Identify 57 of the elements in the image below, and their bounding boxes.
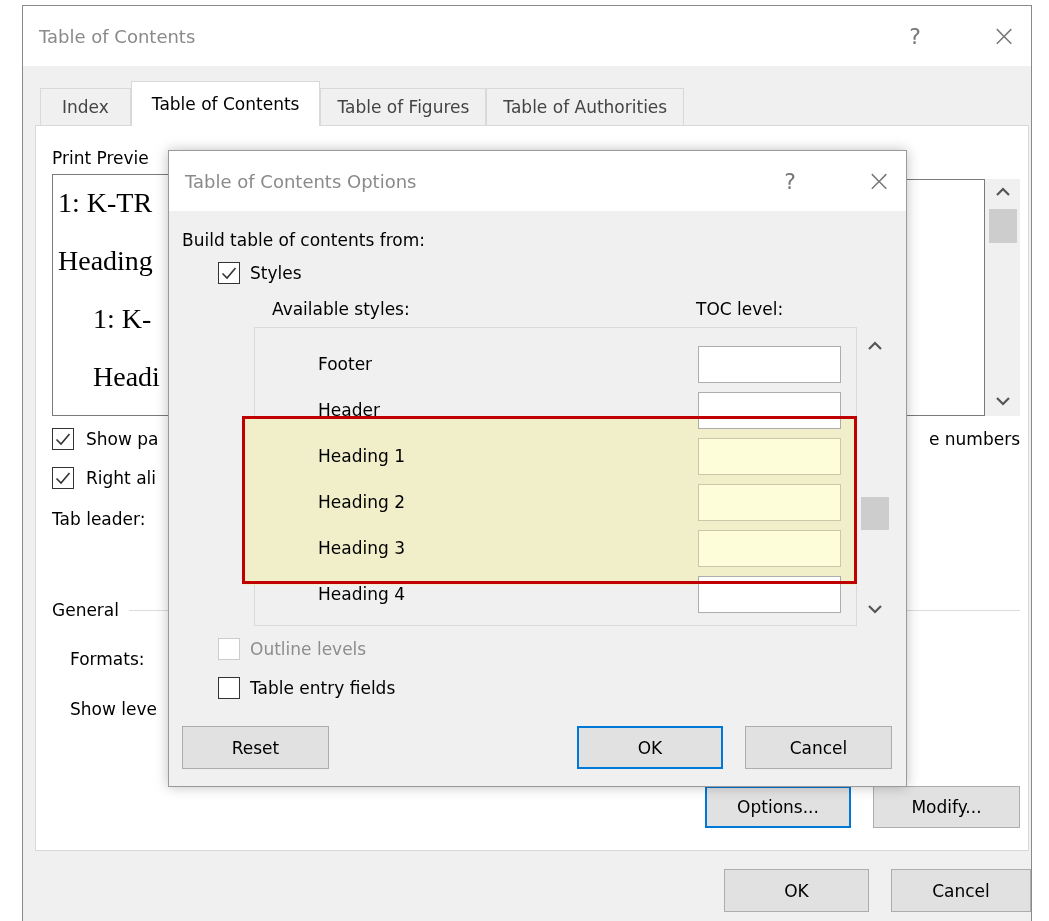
reset-button[interactable]: Reset (182, 726, 329, 769)
window-title: Table of Contents Options (185, 170, 417, 192)
scroll-up-icon[interactable] (866, 341, 883, 351)
cancel-button[interactable]: Cancel (891, 869, 1031, 912)
field-label: Tab leader: (52, 509, 146, 529)
ok-button[interactable]: OK (577, 726, 723, 769)
preview-line: 1: K- (93, 302, 152, 336)
ok-button[interactable]: OK (724, 869, 869, 912)
checkbox-label: Show pa (86, 429, 159, 449)
tab[interactable]: Table of Authorities (486, 88, 685, 125)
checkbox-label: Right ali (86, 468, 157, 488)
checkbox-label: Table entry fields (250, 678, 396, 698)
level-field[interactable] (698, 391, 841, 429)
scrollbar-thumb[interactable] (988, 209, 1017, 243)
style-name: Heading 3 (318, 538, 405, 558)
tab[interactable]: Table of Figures (320, 88, 487, 125)
modify-button[interactable]: Modify... (873, 786, 1020, 828)
scroll-down-icon[interactable] (866, 604, 883, 614)
column-header: Available styles: (272, 299, 410, 319)
scroll-up-icon[interactable] (994, 187, 1011, 197)
checkbox[interactable] (52, 467, 74, 489)
cancel-button[interactable]: Cancel (745, 726, 892, 769)
checkbox[interactable] (218, 677, 240, 699)
style-name: Header (318, 400, 380, 420)
level-field[interactable] (698, 483, 841, 521)
help-button[interactable]: ? (903, 23, 927, 49)
checkbox-label: e numbers (928, 428, 1020, 451)
level-field[interactable] (698, 345, 841, 383)
section-title: General (52, 600, 119, 620)
style-name: Heading 4 (318, 584, 405, 604)
field-label: Formats: (70, 649, 145, 669)
field-label: Show leve (70, 699, 157, 719)
preview-line: Headi (93, 360, 160, 394)
checkbox-label: Styles (250, 263, 302, 283)
scrollbar[interactable] (985, 179, 1020, 416)
help-button[interactable]: ? (778, 168, 802, 194)
tab[interactable]: Table of Contents (130, 81, 321, 126)
scrollbar-thumb[interactable] (860, 497, 889, 530)
style-name: Footer (318, 354, 373, 374)
close-button[interactable]: × (989, 21, 1019, 51)
checkbox-label: Outline levels (250, 639, 367, 659)
checkbox[interactable] (218, 262, 240, 284)
style-name: Heading 2 (318, 492, 405, 512)
preview-line: 1: K-TR (58, 186, 153, 220)
section-label: Build table of contents from: (182, 230, 425, 250)
options-button[interactable]: Options... (705, 786, 851, 828)
preview-line: Heading (58, 244, 153, 278)
column-header: TOC level: (696, 299, 784, 319)
scroll-down-icon[interactable] (994, 396, 1011, 406)
checkbox[interactable] (52, 428, 74, 450)
level-field[interactable] (698, 529, 841, 567)
close-button[interactable]: × (864, 166, 894, 196)
level-field[interactable] (698, 437, 841, 475)
style-name: Heading 1 (318, 446, 405, 466)
tab[interactable]: Index (40, 88, 131, 125)
window-title: Table of Contents (39, 25, 196, 47)
preview-label: Print Previe (52, 148, 149, 168)
